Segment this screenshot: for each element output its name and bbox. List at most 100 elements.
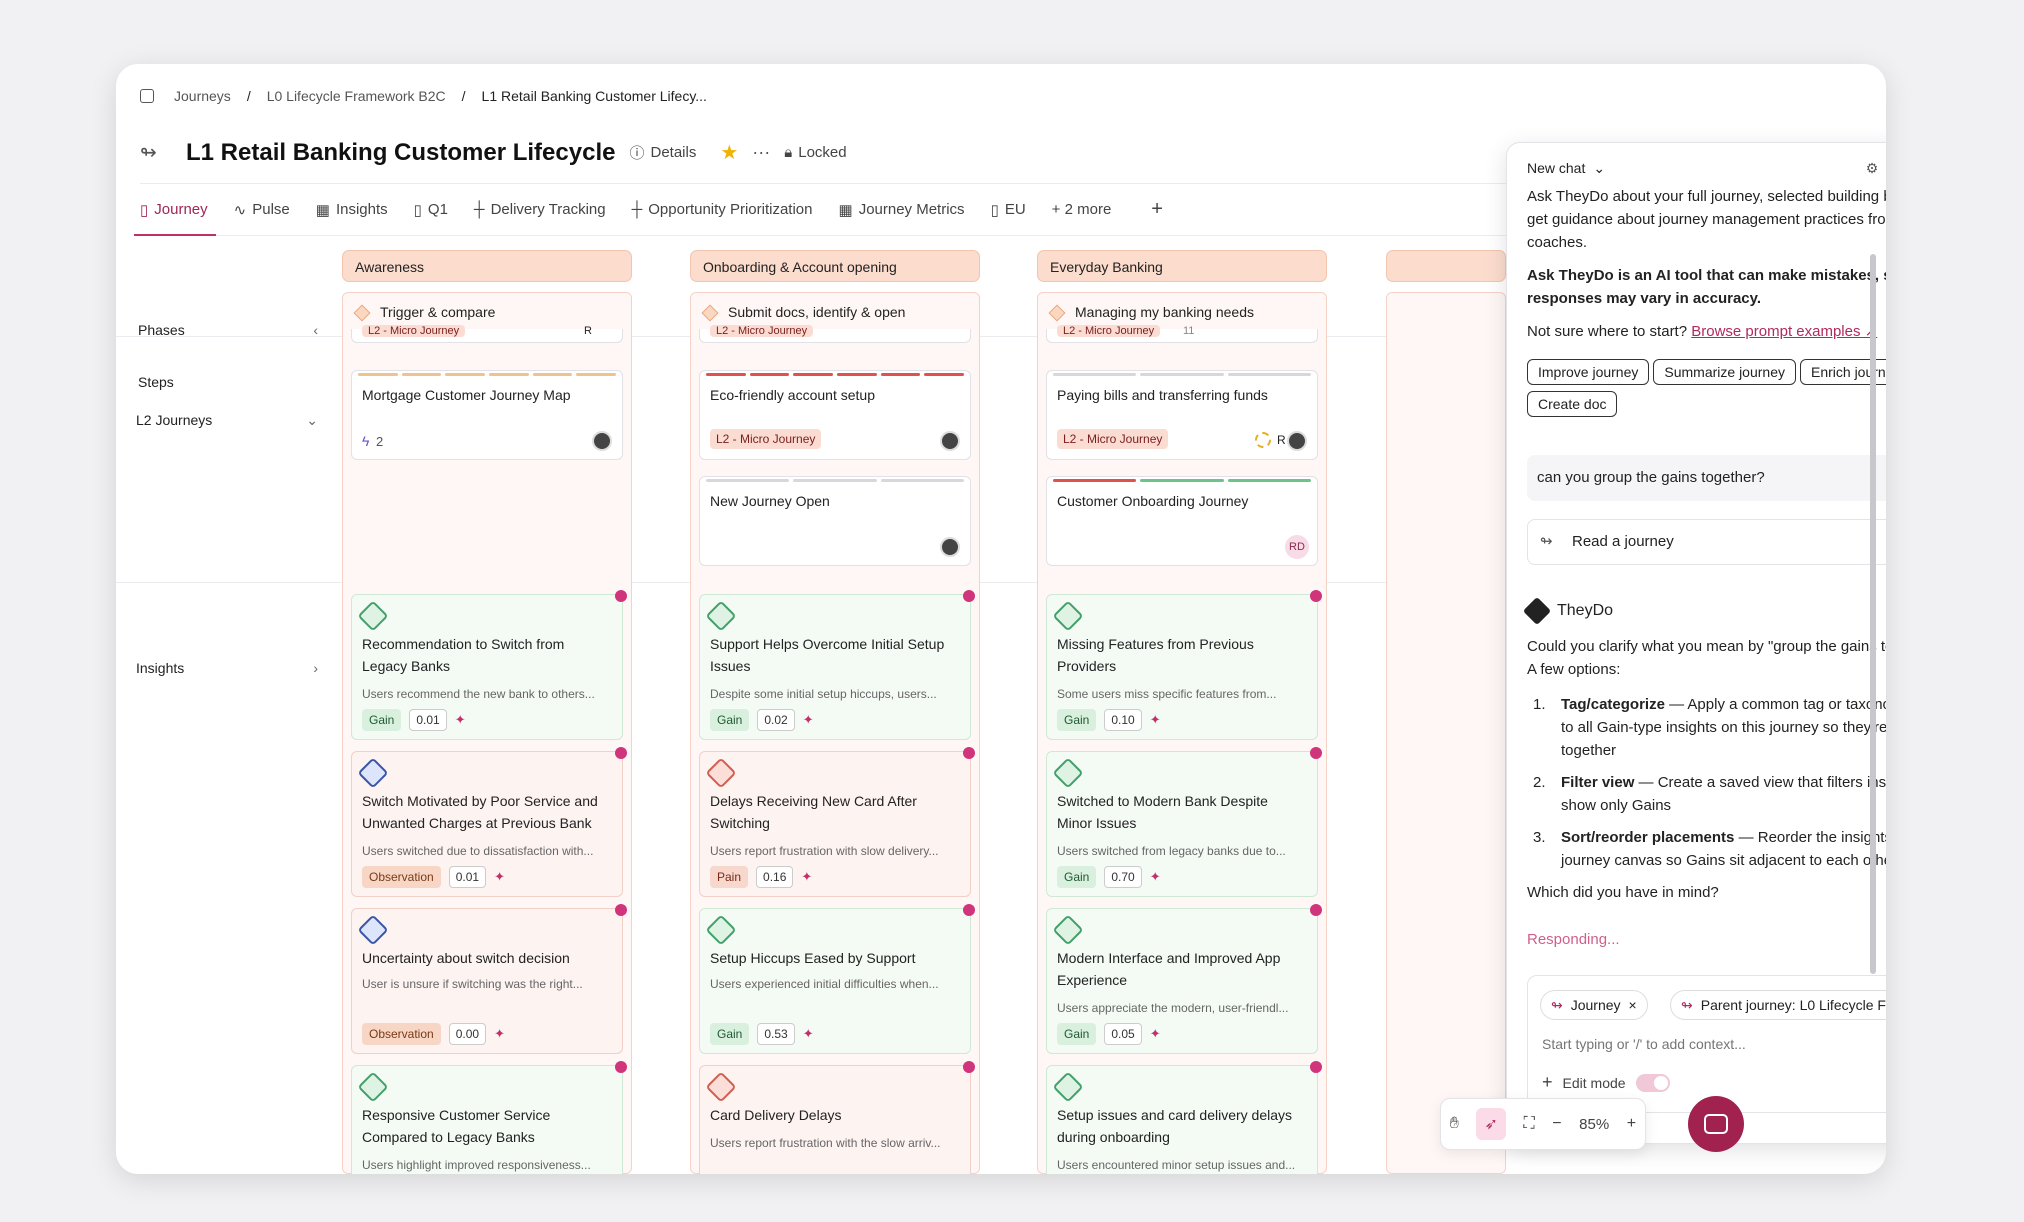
l2-card[interactable]: Paying bills and transferring funds L2 -…: [1046, 370, 1318, 460]
card-peek[interactable]: L2 - Micro Journey 11: [1046, 325, 1318, 343]
l2-card[interactable]: New Journey Open: [699, 476, 971, 566]
tab-eu[interactable]: ▯ EU: [991, 184, 1026, 236]
chevron-down-icon[interactable]: ⌄: [306, 412, 318, 429]
tab-opportunity-prioritization[interactable]: ┼ Opportunity Prioritization: [632, 184, 813, 236]
phase-awareness[interactable]: Awareness: [342, 250, 632, 282]
sparkle-icon[interactable]: ✦: [455, 712, 466, 728]
more-icon[interactable]: ···: [752, 142, 770, 163]
add-tab-icon[interactable]: +: [1151, 184, 1163, 236]
browse-prompts-link[interactable]: Browse prompt examples ↗: [1691, 323, 1877, 340]
progress-ring-icon: [1255, 432, 1271, 448]
chevron-left-icon[interactable]: ‹: [313, 322, 318, 338]
read-journey-toggle[interactable]: ↬Read a journey⌄: [1527, 519, 1886, 565]
edit-mode-toggle[interactable]: [1635, 1073, 1670, 1092]
insight-card[interactable]: Card Delivery Delays Users report frustra…: [699, 1061, 975, 1174]
hand-icon[interactable]: ✋︎: [1450, 1115, 1459, 1133]
insight-card[interactable]: Responsive Customer Service Compared to …: [351, 1061, 627, 1174]
close-icon[interactable]: ×: [1629, 997, 1637, 1013]
gain-icon: [357, 1071, 389, 1103]
tab-q1[interactable]: ▯ Q1: [414, 184, 448, 236]
sparkle-icon[interactable]: ✦: [1150, 712, 1161, 728]
breadcrumb-l0[interactable]: L0 Lifecycle Framework B2C: [267, 88, 446, 104]
option-item: 3. Sort/reorder placements — Reorder the …: [1533, 829, 1886, 869]
context-chip-journey[interactable]: ↬ Journey ×: [1540, 990, 1648, 1020]
journey-icon: ↬: [1681, 996, 1693, 1013]
prompt-summarize[interactable]: Summarize journey: [1653, 359, 1796, 385]
zoom-in-icon[interactable]: +: [1627, 1115, 1636, 1133]
map-icon: ▯: [990, 201, 999, 219]
sparkle-icon[interactable]: ✦: [494, 869, 505, 885]
status-dot: [1310, 904, 1322, 916]
new-chat-dropdown[interactable]: New chat ⌄: [1527, 160, 1605, 177]
card-peek[interactable]: L2 - Micro Journey R: [351, 325, 623, 343]
tab-journey-metrics[interactable]: ▦ Journey Metrics: [839, 184, 965, 236]
prompt-improve[interactable]: Improve journey: [1527, 359, 1650, 385]
sparkle-icon[interactable]: ✦: [803, 1026, 814, 1042]
breadcrumb-journeys[interactable]: Journeys: [174, 88, 231, 104]
insight-card[interactable]: Recommendation to Switch from Legacy Ban…: [351, 590, 627, 740]
add-icon[interactable]: +: [1542, 1072, 1553, 1093]
bot-response: TheyDo Could you clarify what you mean b…: [1522, 596, 1886, 951]
insight-card[interactable]: Support Helps Overcome Initial Setup Iss…: [699, 590, 975, 740]
table-icon: ▦: [838, 201, 853, 219]
chat-fab-button[interactable]: [1688, 1096, 1744, 1152]
fit-screen-icon[interactable]: ⛶: [1523, 1115, 1534, 1133]
insight-card[interactable]: Setup issues and card delivery delays du…: [1046, 1061, 1322, 1174]
tab-delivery-tracking[interactable]: ┼ Delivery Tracking: [474, 184, 606, 236]
card-peek[interactable]: L2 - Micro Journey: [699, 325, 971, 343]
status-dot: [963, 590, 975, 602]
sidebar-toggle-icon[interactable]: [140, 89, 154, 103]
zoom-out-icon[interactable]: −: [1552, 1115, 1561, 1133]
gain-icon: [357, 600, 389, 632]
insight-card[interactable]: Setup Hiccups Eased by Support Users expe…: [699, 904, 975, 1054]
lock-icon: 🔒︎: [784, 144, 793, 161]
map-icon: ▯: [413, 201, 422, 219]
settings-icon[interactable]: ⚙: [1866, 160, 1879, 177]
insight-card[interactable]: Switch Motivated by Poor Service and Unw…: [351, 747, 627, 897]
insight-card[interactable]: Delays Receiving New Card After Switchin…: [699, 747, 975, 897]
sparkle-icon[interactable]: ✦: [494, 1026, 505, 1042]
row-sidebar: Phases ‹ Steps L2 Journeys ⌄ Insights ›: [116, 236, 336, 1174]
phase-onboarding[interactable]: Onboarding & Account opening: [690, 250, 980, 282]
sparkle-icon[interactable]: ✦: [1150, 1026, 1161, 1042]
canvas-toolbar: ✋︎ ➶ ⛶ − 85% +: [1440, 1098, 1646, 1150]
chat-input-box: ↬ Journey × ↬ Parent journey: L0 Lifecycle …: [1527, 975, 1886, 1113]
phases-label: Phases: [138, 322, 185, 338]
chat-scrollbar[interactable]: [1870, 254, 1876, 974]
sparkle-icon[interactable]: ✦: [1150, 869, 1161, 885]
chevron-down-icon: ⌄: [1593, 159, 1606, 176]
chevron-right-icon[interactable]: ›: [313, 660, 318, 676]
l2-card[interactable]: Eco-friendly account setup L2 - Micro Jo…: [699, 370, 971, 460]
status-dot: [963, 1061, 975, 1073]
tab-insights[interactable]: ▦ Insights: [316, 184, 388, 236]
phase-next[interactable]: [1386, 250, 1506, 282]
context-chip-parent[interactable]: ↬Parent journey: L0 Lifecycle Fr...×: [1670, 990, 1886, 1020]
chat-intro: Ask TheyDo about your full journey, sele…: [1527, 188, 1886, 251]
chat-icon: [1704, 1114, 1728, 1134]
pain-icon: [705, 1071, 737, 1103]
l2-card[interactable]: Mortgage Customer Journey Map ϟ 2: [351, 370, 623, 460]
insight-card[interactable]: Uncertainty about switch decision User is…: [351, 904, 627, 1054]
star-icon[interactable]: ★: [720, 140, 738, 165]
tab-pulse[interactable]: ∿ Pulse: [234, 184, 290, 236]
status-dot: [615, 1061, 627, 1073]
prompt-create-doc[interactable]: Create doc: [1527, 391, 1618, 417]
observation-icon: [357, 914, 389, 946]
details-button[interactable]: ⓘ Details: [629, 142, 696, 163]
breadcrumb: Journeys / L0 Lifecycle Framework B2C / …: [140, 82, 707, 110]
sparkle-icon[interactable]: ✦: [803, 712, 814, 728]
sparkle-icon[interactable]: ✦: [801, 869, 812, 885]
insight-card[interactable]: Modern Interface and Improved App Experi…: [1046, 904, 1322, 1054]
ai-chat-panel: New chat⌄ ⚙⟳⤢✕ Ask TheyDo about your ful…: [1506, 142, 1886, 1144]
tab-journey[interactable]: ▯ Journey: [134, 184, 216, 236]
locked-button[interactable]: 🔒︎ Locked: [784, 144, 846, 161]
pointer-icon[interactable]: ➶: [1476, 1108, 1506, 1140]
avatar: [940, 537, 960, 557]
insight-card[interactable]: Switched to Modern Bank Despite Minor Is…: [1046, 747, 1322, 897]
l2-card[interactable]: Customer Onboarding Journey RD: [1046, 476, 1318, 566]
insight-card[interactable]: Missing Features from Previous Providers…: [1046, 590, 1322, 740]
journey-icon: ↬: [1551, 996, 1563, 1013]
chat-input[interactable]: [1542, 1036, 1886, 1052]
phase-everyday-banking[interactable]: Everyday Banking: [1037, 250, 1327, 282]
tab-more[interactable]: + 2 more: [1052, 184, 1112, 236]
